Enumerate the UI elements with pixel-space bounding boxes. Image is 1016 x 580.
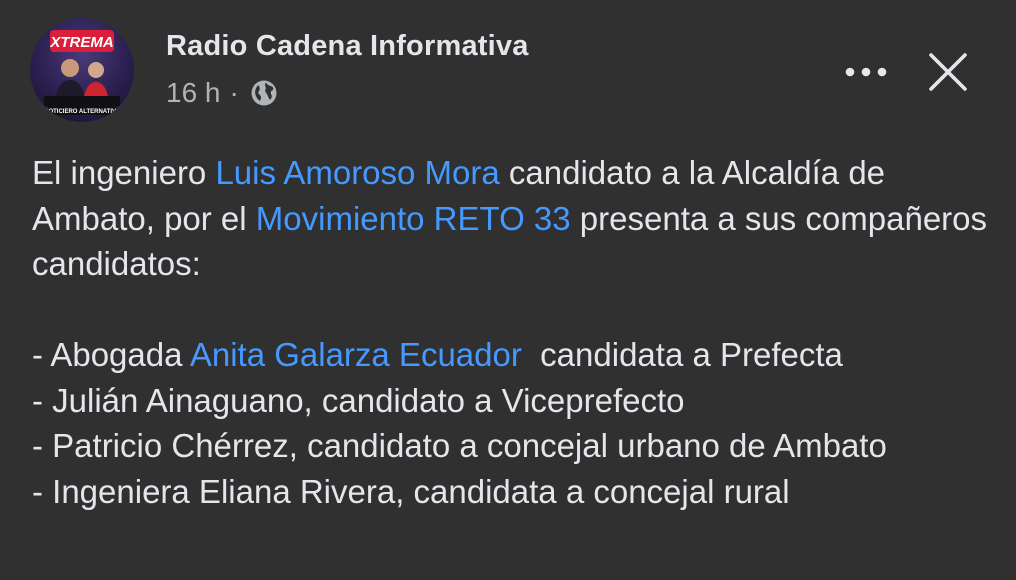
mention-link-luis-amoroso[interactable]: Luis Amoroso Mora (215, 154, 499, 191)
mention-link-movimiento-reto[interactable]: Movimiento RETO 33 (256, 200, 571, 237)
post-meta: 16 h · (166, 76, 279, 110)
close-icon (929, 53, 967, 91)
avatar-image: XTREMA NOTICIERO ALTERNATIVA (44, 30, 121, 115)
more-dots-icon (845, 67, 887, 77)
candidate-line: - Julián Ainaguano, candidato a Vicepref… (32, 381, 685, 419)
page-name-link[interactable]: Radio Cadena Informativa (166, 30, 529, 63)
more-options-button[interactable] (838, 52, 894, 92)
post-text: El ingeniero Luis Amoroso Mora candidato… (32, 150, 992, 514)
candidate-line-prefix: - Abogada (32, 336, 190, 373)
post-header: XTREMA NOTICIERO ALTERNATIVA Radio Caden… (0, 0, 1016, 130)
meta-separator: · (229, 77, 239, 108)
avatar-badge-text: NOTICIERO ALTERNATIVA (44, 109, 120, 115)
candidate-line: - Patricio Chérrez, candidato a concejal… (32, 427, 887, 464)
intro-text-prefix: El ingeniero (32, 154, 216, 191)
post-intro-paragraph: El ingeniero Luis Amoroso Mora candidato… (32, 150, 992, 287)
post-timestamp[interactable]: 16 h (166, 77, 221, 109)
candidate-line-suffix: candidata a Prefecta (521, 336, 843, 373)
close-button[interactable] (922, 46, 974, 98)
avatar-logo-text: XTREMA (49, 34, 113, 51)
page-avatar[interactable]: XTREMA NOTICIERO ALTERNATIVA (30, 18, 134, 122)
globe-icon[interactable] (249, 78, 279, 108)
mention-link-anita-galarza[interactable]: Anita Galarza Ecuador (190, 336, 522, 373)
candidate-line: - Ingeniera Eliana Rivera, candidata a c… (32, 472, 790, 510)
candidate-line: - Abogada Anita Galarza Ecuador candidat… (32, 332, 992, 378)
